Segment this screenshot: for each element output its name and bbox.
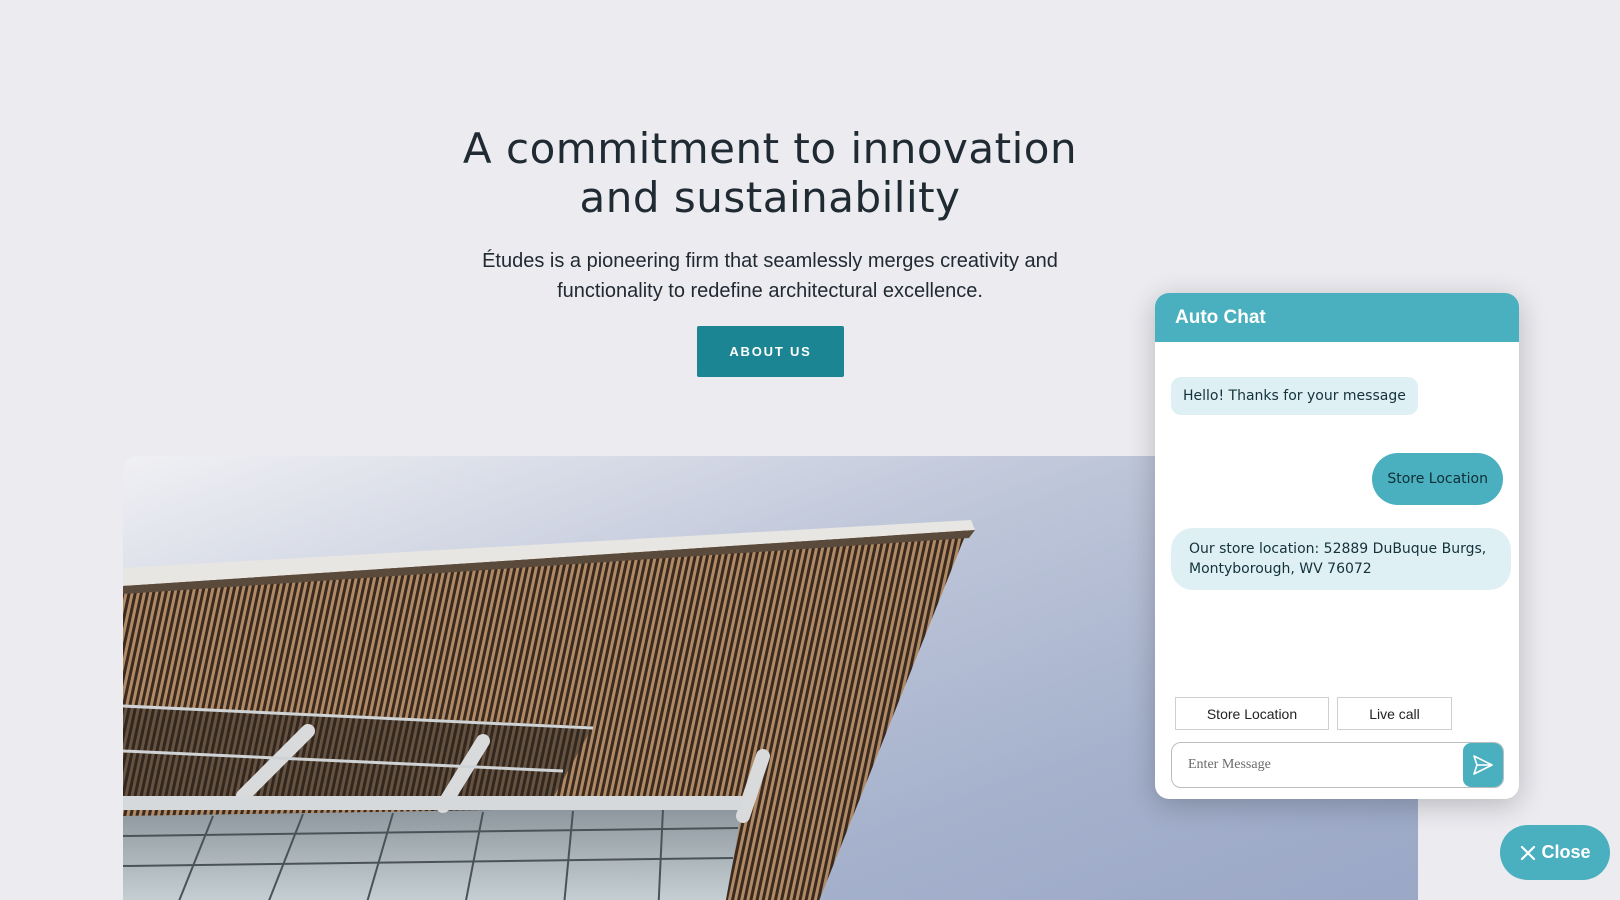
message-input-group — [1171, 742, 1504, 788]
quick-reply-store-location[interactable]: Store Location — [1175, 697, 1329, 730]
bot-message: Hello! Thanks for your message — [1171, 377, 1418, 415]
close-icon — [1521, 845, 1536, 860]
user-message: Store Location — [1372, 453, 1503, 505]
quick-reply-live-call[interactable]: Live call — [1337, 697, 1452, 730]
chat-widget: Auto Chat Hello! Thanks for your message… — [1155, 293, 1519, 799]
bot-message: Our store location: 52889 DuBuque Burgs,… — [1171, 528, 1511, 590]
hero-title-line-2: and sustainability — [579, 173, 961, 222]
close-label: Close — [1541, 842, 1591, 862]
page: A commitment to innovation and sustainab… — [0, 0, 1620, 900]
hero-title: A commitment to innovation and sustainab… — [0, 124, 1540, 222]
about-us-button[interactable]: ABOUT US — [697, 326, 844, 377]
chat-header: Auto Chat — [1155, 293, 1519, 342]
send-icon — [1473, 755, 1493, 775]
chat-title: Auto Chat — [1175, 306, 1266, 328]
hero-subtitle-line-1: Études is a pioneering firm that seamles… — [482, 250, 1058, 272]
close-chat-button[interactable]: Close — [1500, 825, 1610, 880]
hero-title-line-1: A commitment to innovation — [462, 124, 1078, 173]
message-input[interactable] — [1172, 743, 1463, 787]
send-button[interactable] — [1463, 743, 1503, 787]
